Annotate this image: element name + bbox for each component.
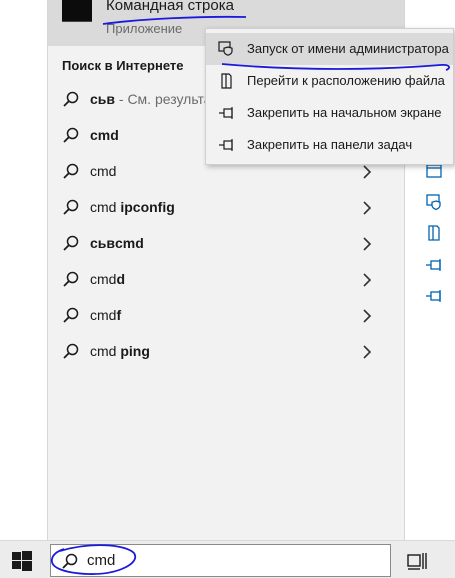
folder-icon[interactable] (424, 224, 444, 242)
web-result-text: cmd ipconfig (90, 199, 175, 215)
start-left-strip (0, 0, 47, 540)
search-icon (63, 235, 79, 251)
chevron-right-icon[interactable] (362, 309, 372, 323)
web-result-text: cmdf (90, 307, 122, 323)
menu-item-open-file-location[interactable]: Перейти к расположению файла (206, 65, 453, 97)
menu-item-pin-to-taskbar[interactable]: Закрепить на панели задач (206, 129, 453, 161)
chevron-right-icon[interactable] (362, 345, 372, 359)
menu-item-label: Закрепить на панели задач (247, 137, 413, 152)
menu-item-run-as-admin[interactable]: Запуск от имени администратора (206, 33, 453, 65)
web-result-text: cmd (90, 163, 117, 179)
web-result-text: сьвcmd (90, 235, 144, 251)
web-result-item[interactable]: сьвcmd (48, 226, 404, 262)
best-match-title: Командная строка (106, 0, 234, 14)
web-result-item[interactable]: cmd ping (48, 334, 404, 370)
command-prompt-app-icon (62, 0, 92, 22)
windows-start-icon[interactable] (12, 551, 32, 571)
web-result-text: cmd ping (90, 343, 150, 359)
search-icon (63, 163, 79, 179)
pin-icon (219, 107, 233, 119)
pin-icon (219, 139, 233, 151)
chevron-right-icon[interactable] (362, 273, 372, 287)
task-view-icon[interactable] (406, 550, 428, 572)
search-icon (63, 127, 79, 143)
chevron-right-icon[interactable] (362, 237, 372, 251)
taskbar-search-input[interactable]: cmd (50, 544, 391, 577)
menu-item-label: Перейти к расположению файла (247, 73, 445, 88)
search-icon (63, 307, 79, 323)
menu-item-pin-to-start[interactable]: Закрепить на начальном экране (206, 97, 453, 129)
best-match-subtitle: Приложение (106, 21, 183, 36)
web-result-text: cmdd (90, 271, 126, 287)
pin-icon[interactable] (424, 256, 444, 274)
chevron-right-icon[interactable] (362, 201, 372, 215)
search-query: cmd (87, 552, 116, 569)
shield-icon[interactable] (424, 193, 444, 211)
search-icon (63, 271, 79, 287)
web-result-text: cmd (90, 127, 119, 143)
search-icon (63, 199, 79, 215)
pin-icon[interactable] (424, 287, 444, 305)
context-menu: Запуск от имени администратора Перейти к… (205, 28, 454, 165)
folder-icon (221, 73, 232, 89)
chevron-right-icon[interactable] (362, 165, 372, 179)
search-icon (63, 343, 79, 359)
web-result-text: сьв - См. результат (90, 91, 218, 107)
web-result-item[interactable]: cmd ipconfig (48, 190, 404, 226)
search-icon (63, 91, 79, 107)
menu-item-label: Запуск от имени администратора (247, 41, 449, 56)
web-result-item[interactable]: cmdf (48, 298, 404, 334)
menu-item-label: Закрепить на начальном экране (247, 105, 442, 120)
web-search-heading: Поиск в Интернете (62, 58, 184, 73)
shield-icon (218, 41, 233, 56)
taskbar: cmd (0, 540, 455, 578)
search-icon (62, 553, 78, 569)
web-result-item[interactable]: cmdd (48, 262, 404, 298)
